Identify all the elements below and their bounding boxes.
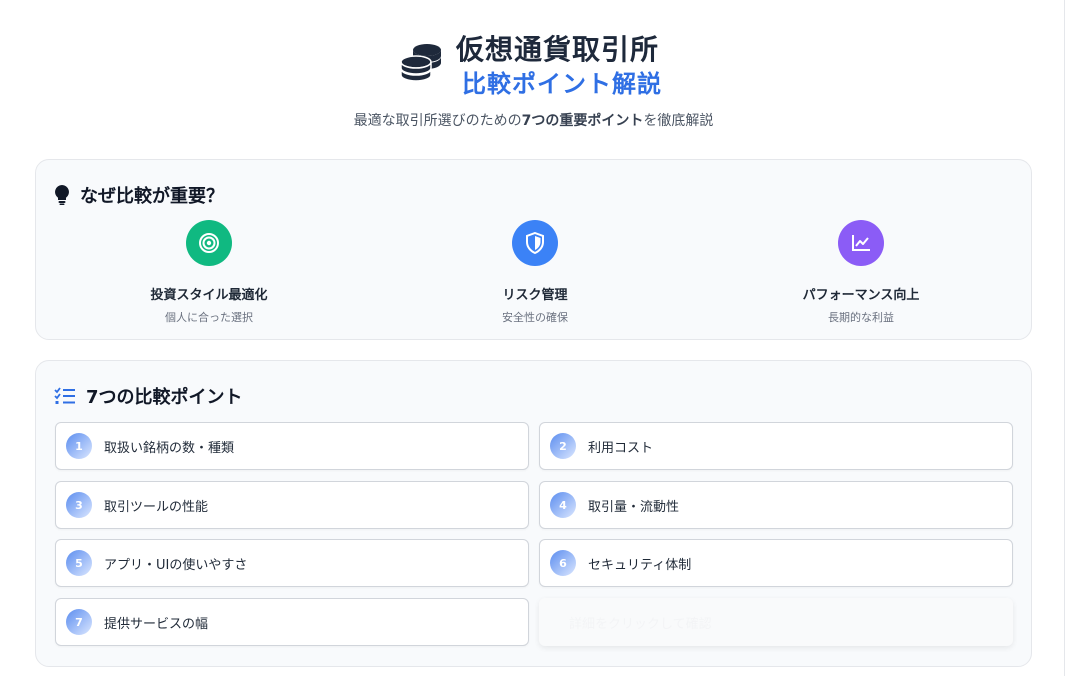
- reason-item: リスク管理 安全性の確保: [415, 220, 655, 325]
- reason-icon-circle: [186, 220, 232, 266]
- target-icon: [199, 233, 219, 253]
- comparison-point-2[interactable]: 2 利用コスト: [539, 422, 1013, 470]
- reason-icon-circle: [512, 220, 558, 266]
- reason-item: 投資スタイル最適化 個人に合った選択: [89, 220, 329, 325]
- page-header: 仮想通貨取引所 比較ポイント解説: [0, 26, 1067, 98]
- point-label: アプリ・UIの使いやすさ: [104, 557, 248, 573]
- page-edge-divider: [1064, 0, 1065, 676]
- shield-icon: [526, 232, 544, 254]
- point-label: 取扱い銘柄の数・種類: [104, 440, 235, 456]
- page-title: 仮想通貨取引所: [456, 33, 660, 66]
- comparison-point-5[interactable]: 5 アプリ・UIの使いやすさ: [55, 539, 529, 587]
- point-label: 利用コスト: [588, 440, 654, 456]
- point-number-badge: 4: [550, 492, 576, 518]
- point-label: セキュリティ体制: [588, 557, 692, 573]
- subtitle-suffix: を徹底解説: [643, 113, 714, 129]
- reason-description: 長期的な利益: [828, 311, 894, 324]
- reason-icon-circle: [838, 220, 884, 266]
- reason-title: 投資スタイル最適化: [150, 288, 268, 303]
- reason-description: 個人に合った選択: [165, 311, 253, 324]
- reason-description: 安全性の確保: [502, 311, 568, 324]
- reason-title: パフォーマンス向上: [802, 288, 920, 303]
- page-subtitle: 最適な取引所選びのための7つの重要ポイントを徹底解説: [0, 110, 1067, 130]
- why-section-heading: なぜ比較が重要？: [54, 182, 224, 208]
- comparison-point-6[interactable]: 6 セキュリティ体制: [539, 539, 1013, 587]
- reason-title: リスク管理: [502, 288, 568, 303]
- details-hint-label: 詳細をクリックして確認: [569, 616, 712, 632]
- reasons-list: 投資スタイル最適化 個人に合った選択 リスク管理 安全性の確保 パフォーマンス向…: [36, 220, 1033, 330]
- page-title-sub: 比較ポイント解説: [462, 70, 662, 98]
- point-label: 取引ツールの性能: [104, 499, 209, 515]
- points-section-heading: 7つの比較ポイント: [54, 383, 243, 409]
- lightbulb-icon: [55, 185, 69, 205]
- comparison-point-7[interactable]: 7 提供サービスの幅: [55, 598, 529, 646]
- comparison-point-4[interactable]: 4 取引量・流動性: [539, 481, 1013, 529]
- comparison-points-panel: 7つの比較ポイント 1 取扱い銘柄の数・種類 2 利用コスト 3 取引ツールの性…: [35, 360, 1032, 667]
- point-number-badge: 5: [66, 550, 92, 576]
- comparison-point-3[interactable]: 3 取引ツールの性能: [55, 481, 529, 529]
- why-section-title: なぜ比較が重要？: [80, 186, 224, 207]
- why-comparison-panel: なぜ比較が重要？ 投資スタイル最適化 個人に合った選択 リスク管理 安全性の確保…: [35, 159, 1032, 340]
- point-label: 提供サービスの幅: [104, 616, 209, 632]
- details-hint-card[interactable]: 詳細をクリックして確認: [539, 598, 1013, 646]
- subtitle-highlight: 7つの重要ポイント: [521, 113, 644, 129]
- point-number-badge: 3: [66, 492, 92, 518]
- reason-item: パフォーマンス向上 長期的な利益: [741, 220, 981, 325]
- point-number-badge: 1: [66, 433, 92, 459]
- checklist-icon: [54, 387, 75, 404]
- point-number-badge: 7: [66, 609, 92, 635]
- point-label: 取引量・流動性: [588, 499, 680, 515]
- point-number-badge: 2: [550, 433, 576, 459]
- coins-icon: [400, 44, 441, 82]
- comparison-point-1[interactable]: 1 取扱い銘柄の数・種類: [55, 422, 529, 470]
- chart-line-icon: [852, 235, 870, 251]
- points-section-title: 7つの比較ポイント: [86, 387, 243, 408]
- point-number-badge: 6: [550, 550, 576, 576]
- subtitle-prefix: 最適な取引所選びのための: [353, 113, 522, 129]
